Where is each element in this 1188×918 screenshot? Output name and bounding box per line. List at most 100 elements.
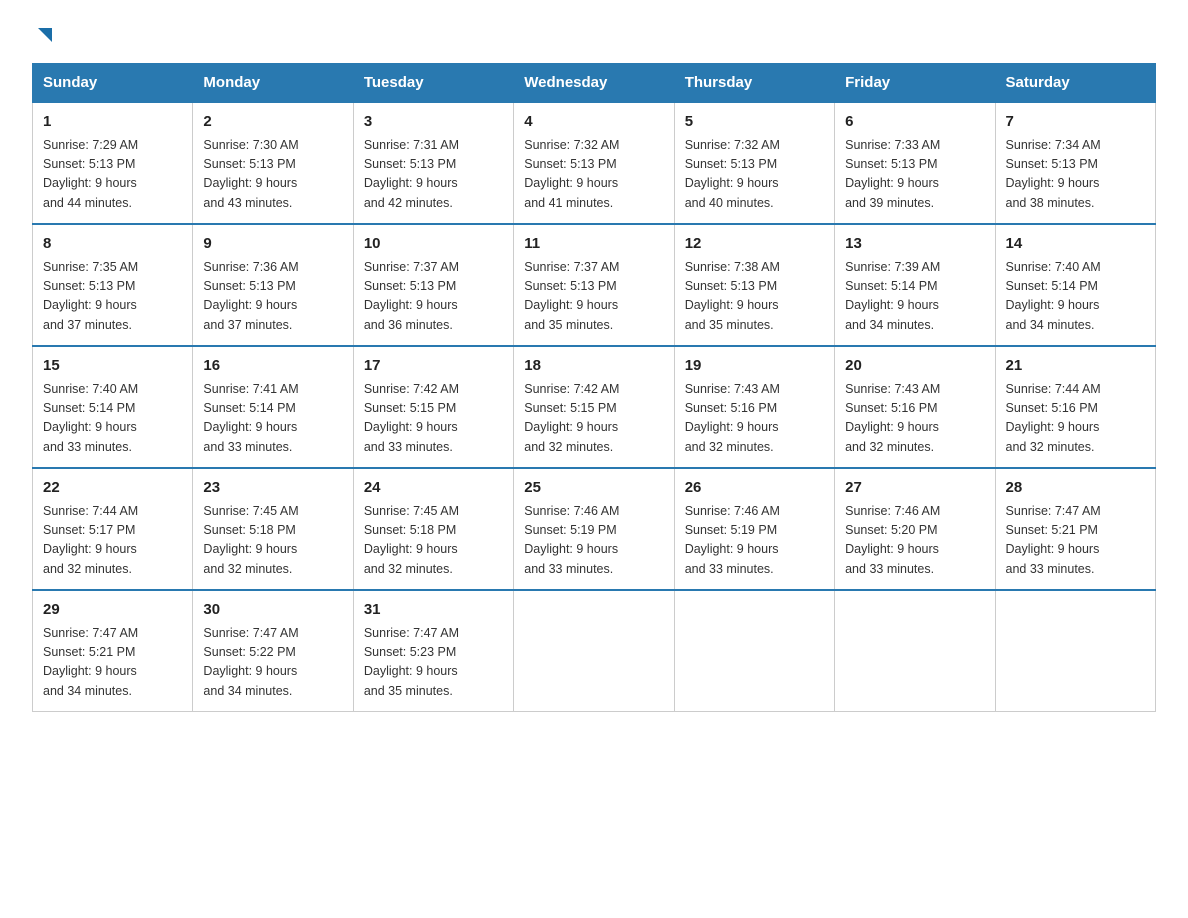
day-number: 12 xyxy=(685,233,824,256)
calendar-day-cell: 8 Sunrise: 7:35 AMSunset: 5:13 PMDayligh… xyxy=(33,224,193,346)
weekday-header-thursday: Thursday xyxy=(674,64,834,103)
day-info: Sunrise: 7:35 AMSunset: 5:13 PMDaylight:… xyxy=(43,258,182,336)
day-info: Sunrise: 7:29 AMSunset: 5:13 PMDaylight:… xyxy=(43,136,182,214)
page-header xyxy=(32,24,1156,47)
day-info: Sunrise: 7:32 AMSunset: 5:13 PMDaylight:… xyxy=(524,136,663,214)
day-info: Sunrise: 7:47 AMSunset: 5:21 PMDaylight:… xyxy=(43,624,182,702)
day-number: 9 xyxy=(203,233,342,256)
calendar-day-cell: 21 Sunrise: 7:44 AMSunset: 5:16 PMDaylig… xyxy=(995,346,1155,468)
day-number: 11 xyxy=(524,233,663,256)
day-info: Sunrise: 7:42 AMSunset: 5:15 PMDaylight:… xyxy=(364,380,503,458)
day-number: 21 xyxy=(1006,355,1145,378)
day-number: 4 xyxy=(524,111,663,134)
day-info: Sunrise: 7:43 AMSunset: 5:16 PMDaylight:… xyxy=(845,380,984,458)
day-number: 17 xyxy=(364,355,503,378)
day-number: 29 xyxy=(43,599,182,622)
day-number: 6 xyxy=(845,111,984,134)
day-info: Sunrise: 7:46 AMSunset: 5:19 PMDaylight:… xyxy=(524,502,663,580)
weekday-header-row: SundayMondayTuesdayWednesdayThursdayFrid… xyxy=(33,64,1156,103)
calendar-day-cell: 19 Sunrise: 7:43 AMSunset: 5:16 PMDaylig… xyxy=(674,346,834,468)
day-info: Sunrise: 7:47 AMSunset: 5:21 PMDaylight:… xyxy=(1006,502,1145,580)
calendar-day-cell: 9 Sunrise: 7:36 AMSunset: 5:13 PMDayligh… xyxy=(193,224,353,346)
weekday-header-tuesday: Tuesday xyxy=(353,64,513,103)
calendar-day-cell: 25 Sunrise: 7:46 AMSunset: 5:19 PMDaylig… xyxy=(514,468,674,590)
day-info: Sunrise: 7:46 AMSunset: 5:20 PMDaylight:… xyxy=(845,502,984,580)
calendar-day-cell: 1 Sunrise: 7:29 AMSunset: 5:13 PMDayligh… xyxy=(33,102,193,224)
calendar-week-row: 22 Sunrise: 7:44 AMSunset: 5:17 PMDaylig… xyxy=(33,468,1156,590)
day-info: Sunrise: 7:34 AMSunset: 5:13 PMDaylight:… xyxy=(1006,136,1145,214)
day-info: Sunrise: 7:40 AMSunset: 5:14 PMDaylight:… xyxy=(1006,258,1145,336)
calendar-day-cell: 13 Sunrise: 7:39 AMSunset: 5:14 PMDaylig… xyxy=(835,224,995,346)
day-info: Sunrise: 7:47 AMSunset: 5:23 PMDaylight:… xyxy=(364,624,503,702)
day-number: 14 xyxy=(1006,233,1145,256)
day-number: 26 xyxy=(685,477,824,500)
weekday-header-sunday: Sunday xyxy=(33,64,193,103)
day-info: Sunrise: 7:47 AMSunset: 5:22 PMDaylight:… xyxy=(203,624,342,702)
calendar-table: SundayMondayTuesdayWednesdayThursdayFrid… xyxy=(32,63,1156,712)
day-info: Sunrise: 7:36 AMSunset: 5:13 PMDaylight:… xyxy=(203,258,342,336)
day-info: Sunrise: 7:33 AMSunset: 5:13 PMDaylight:… xyxy=(845,136,984,214)
day-info: Sunrise: 7:37 AMSunset: 5:13 PMDaylight:… xyxy=(364,258,503,336)
calendar-day-cell: 27 Sunrise: 7:46 AMSunset: 5:20 PMDaylig… xyxy=(835,468,995,590)
calendar-day-cell: 31 Sunrise: 7:47 AMSunset: 5:23 PMDaylig… xyxy=(353,590,513,712)
calendar-week-row: 15 Sunrise: 7:40 AMSunset: 5:14 PMDaylig… xyxy=(33,346,1156,468)
day-number: 15 xyxy=(43,355,182,378)
calendar-day-cell: 16 Sunrise: 7:41 AMSunset: 5:14 PMDaylig… xyxy=(193,346,353,468)
calendar-day-cell: 4 Sunrise: 7:32 AMSunset: 5:13 PMDayligh… xyxy=(514,102,674,224)
day-number: 20 xyxy=(845,355,984,378)
weekday-header-monday: Monday xyxy=(193,64,353,103)
calendar-day-cell: 12 Sunrise: 7:38 AMSunset: 5:13 PMDaylig… xyxy=(674,224,834,346)
day-number: 24 xyxy=(364,477,503,500)
calendar-day-cell: 7 Sunrise: 7:34 AMSunset: 5:13 PMDayligh… xyxy=(995,102,1155,224)
day-info: Sunrise: 7:45 AMSunset: 5:18 PMDaylight:… xyxy=(203,502,342,580)
day-info: Sunrise: 7:39 AMSunset: 5:14 PMDaylight:… xyxy=(845,258,984,336)
calendar-day-cell: 15 Sunrise: 7:40 AMSunset: 5:14 PMDaylig… xyxy=(33,346,193,468)
calendar-day-cell: 22 Sunrise: 7:44 AMSunset: 5:17 PMDaylig… xyxy=(33,468,193,590)
day-number: 13 xyxy=(845,233,984,256)
day-info: Sunrise: 7:44 AMSunset: 5:16 PMDaylight:… xyxy=(1006,380,1145,458)
calendar-day-cell: 5 Sunrise: 7:32 AMSunset: 5:13 PMDayligh… xyxy=(674,102,834,224)
calendar-day-cell: 2 Sunrise: 7:30 AMSunset: 5:13 PMDayligh… xyxy=(193,102,353,224)
day-number: 19 xyxy=(685,355,824,378)
calendar-day-cell: 6 Sunrise: 7:33 AMSunset: 5:13 PMDayligh… xyxy=(835,102,995,224)
day-info: Sunrise: 7:37 AMSunset: 5:13 PMDaylight:… xyxy=(524,258,663,336)
calendar-day-cell xyxy=(514,590,674,712)
day-info: Sunrise: 7:42 AMSunset: 5:15 PMDaylight:… xyxy=(524,380,663,458)
calendar-day-cell: 10 Sunrise: 7:37 AMSunset: 5:13 PMDaylig… xyxy=(353,224,513,346)
calendar-week-row: 1 Sunrise: 7:29 AMSunset: 5:13 PMDayligh… xyxy=(33,102,1156,224)
calendar-day-cell: 17 Sunrise: 7:42 AMSunset: 5:15 PMDaylig… xyxy=(353,346,513,468)
day-info: Sunrise: 7:45 AMSunset: 5:18 PMDaylight:… xyxy=(364,502,503,580)
logo xyxy=(32,24,52,47)
weekday-header-saturday: Saturday xyxy=(995,64,1155,103)
calendar-week-row: 29 Sunrise: 7:47 AMSunset: 5:21 PMDaylig… xyxy=(33,590,1156,712)
day-info: Sunrise: 7:31 AMSunset: 5:13 PMDaylight:… xyxy=(364,136,503,214)
day-number: 16 xyxy=(203,355,342,378)
day-number: 2 xyxy=(203,111,342,134)
calendar-day-cell: 30 Sunrise: 7:47 AMSunset: 5:22 PMDaylig… xyxy=(193,590,353,712)
day-info: Sunrise: 7:43 AMSunset: 5:16 PMDaylight:… xyxy=(685,380,824,458)
day-number: 22 xyxy=(43,477,182,500)
calendar-day-cell: 3 Sunrise: 7:31 AMSunset: 5:13 PMDayligh… xyxy=(353,102,513,224)
logo-arrow-icon xyxy=(34,24,52,47)
calendar-day-cell: 28 Sunrise: 7:47 AMSunset: 5:21 PMDaylig… xyxy=(995,468,1155,590)
day-info: Sunrise: 7:46 AMSunset: 5:19 PMDaylight:… xyxy=(685,502,824,580)
day-info: Sunrise: 7:40 AMSunset: 5:14 PMDaylight:… xyxy=(43,380,182,458)
day-info: Sunrise: 7:30 AMSunset: 5:13 PMDaylight:… xyxy=(203,136,342,214)
day-number: 25 xyxy=(524,477,663,500)
weekday-header-friday: Friday xyxy=(835,64,995,103)
day-number: 10 xyxy=(364,233,503,256)
calendar-day-cell xyxy=(835,590,995,712)
day-info: Sunrise: 7:38 AMSunset: 5:13 PMDaylight:… xyxy=(685,258,824,336)
calendar-day-cell: 23 Sunrise: 7:45 AMSunset: 5:18 PMDaylig… xyxy=(193,468,353,590)
day-number: 31 xyxy=(364,599,503,622)
day-number: 8 xyxy=(43,233,182,256)
day-info: Sunrise: 7:41 AMSunset: 5:14 PMDaylight:… xyxy=(203,380,342,458)
day-number: 23 xyxy=(203,477,342,500)
calendar-day-cell: 20 Sunrise: 7:43 AMSunset: 5:16 PMDaylig… xyxy=(835,346,995,468)
calendar-day-cell: 24 Sunrise: 7:45 AMSunset: 5:18 PMDaylig… xyxy=(353,468,513,590)
calendar-day-cell: 14 Sunrise: 7:40 AMSunset: 5:14 PMDaylig… xyxy=(995,224,1155,346)
calendar-day-cell: 11 Sunrise: 7:37 AMSunset: 5:13 PMDaylig… xyxy=(514,224,674,346)
calendar-day-cell xyxy=(995,590,1155,712)
day-number: 28 xyxy=(1006,477,1145,500)
day-number: 5 xyxy=(685,111,824,134)
